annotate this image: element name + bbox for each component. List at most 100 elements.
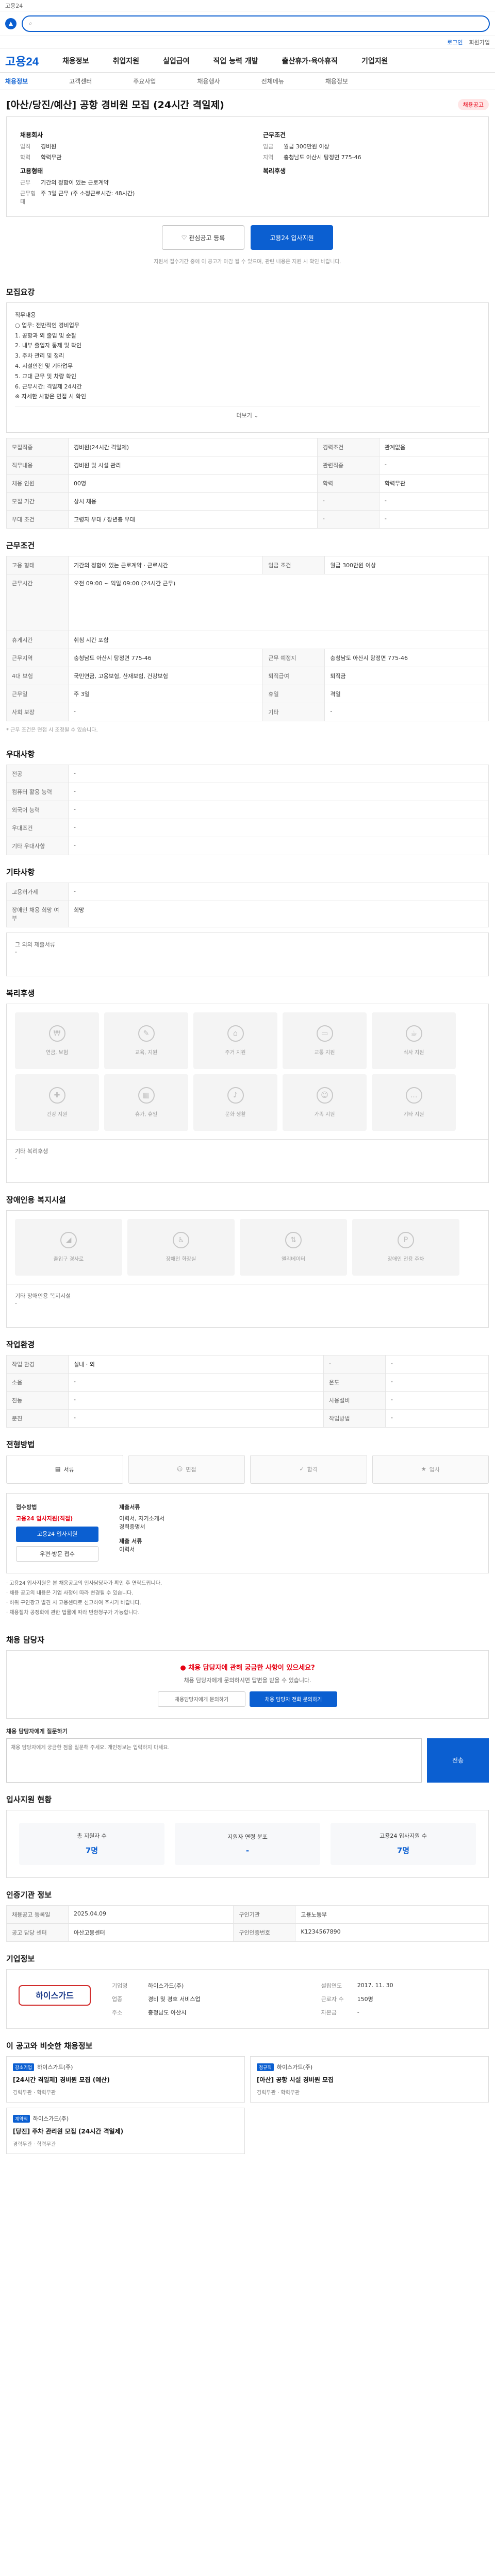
apply-bullets: · 고용24 입사지원은 본 채용공고의 인사담당자가 확인 후 연락드립니다.…	[6, 1573, 489, 1623]
job-card[interactable]: 강소기업 하이스가드(주) [24시간 격일제] 경비원 모집 (예산) 경력무관…	[6, 2056, 245, 2103]
table-key: 구인인증번호	[233, 1923, 296, 1942]
inquiry-ask-button[interactable]: 채용담당자에게 문의하기	[158, 1691, 245, 1707]
pension-icon: ₩	[48, 1025, 65, 1042]
table-cell: 고용노동부	[295, 1905, 489, 1924]
welfare-tile: ☕ 식사 지원	[372, 1012, 456, 1069]
global-nav: 고용24 채용정보 취업지원 실업급여 직업 능력 개발 출산휴가·육아휴직 기…	[0, 49, 495, 73]
section-title-disability: 장애인용 복지시설	[6, 1195, 66, 1205]
welfare-tile: ☺ 가족 지원	[283, 1074, 367, 1131]
inquiry-title-text: 채용 담당자에 관해 궁금한 사항이 있으세요?	[188, 1664, 315, 1672]
join-link[interactable]: 회원가입	[469, 38, 490, 46]
table-key: 구인기관	[233, 1905, 296, 1924]
table-row: 소음 - 온도 -	[6, 1372, 489, 1392]
recruit-table: 모집직종 경비원(24시간 격일제) 경력조건 관계없음 직무내용 경비원 및 시설 관…	[6, 437, 489, 529]
similar-cards: 강소기업 하이스가드(주) [24시간 격일제] 경비원 모집 (예산) 경력무관…	[6, 2056, 489, 2175]
job-card[interactable]: 계약직 하이스가드(주) [당진] 주차 관리원 모집 (24시간 격일제) 경력…	[6, 2107, 245, 2154]
recruit-line: 5. 교대 근무 및 차량 확인	[15, 372, 77, 380]
stat-value: -	[245, 1845, 250, 1855]
site-logo[interactable]: 고용24	[5, 53, 39, 69]
gnb-item[interactable]: 취업지원	[112, 56, 139, 66]
subnav-item[interactable]: 고객센터	[69, 77, 92, 86]
table-key: 근로자 수	[321, 1995, 344, 2003]
summary-row: 지역 충청남도 아산시 탕정면 775-46	[263, 153, 475, 161]
recruit-line: 2. 내부 출입자 통제 및 확인	[15, 342, 82, 349]
recruit-line: 3. 주차 관리 및 정리	[15, 352, 64, 360]
inquiry-text: 채용 담당자에게 문의하시면 답변을 받을 수 있습니다.	[184, 1676, 311, 1684]
gnb-item[interactable]: 출산휴가·육아휴직	[282, 56, 338, 66]
table-cell: 하이스가드(주)	[148, 1982, 184, 1989]
table-key: 휴일	[262, 684, 325, 703]
welfare-other-title: 기타 복리후생	[15, 1147, 48, 1155]
subnav-item[interactable]: 채용정보	[5, 77, 28, 86]
table-cell: 격일	[324, 684, 489, 703]
inquiry-box: ● 채용 담당자에 관해 궁금한 사항이 있으세요? 채용 담당자에게 문의하시…	[6, 1650, 489, 1719]
table-key: 근무시간	[6, 573, 69, 631]
svg-text:하이스가드: 하이스가드	[36, 1991, 74, 2001]
docs-line: 이력서, 자기소개서	[119, 1515, 164, 1522]
subnav-item[interactable]: 주요사업	[133, 77, 156, 86]
login-link[interactable]: 로그인	[447, 38, 463, 46]
stat-label: 고용24 입사지원 수	[380, 1833, 427, 1840]
summary-row: 학력 학력무관	[20, 153, 232, 161]
docs-extra: 그 외의 제출서류 -	[6, 932, 489, 976]
more-button[interactable]: 더보기 ⌄	[15, 406, 480, 425]
company-box: 하이스가드 기업명 하이스가드(주) 설립연도 2017. 11. 30 업종 경비 및…	[6, 1969, 489, 2029]
section-title-stats: 입사지원 현황	[6, 1794, 52, 1804]
bullet-line: · 허위 구인광고 발견 시 고용센터로 신고하여 주시기 바랍니다.	[6, 1600, 141, 1606]
summary-value: 월급 300만원 이상	[284, 143, 329, 150]
tile-label: 문화 생활	[225, 1112, 246, 1118]
table-key: -	[317, 492, 380, 511]
subnav-item[interactable]: 전체메뉴	[261, 77, 284, 86]
brand-icon[interactable]: ▲	[5, 18, 16, 29]
apply-online-button[interactable]: 고용24 입사지원	[16, 1526, 98, 1542]
section-title-prefer: 우대사항	[6, 749, 35, 759]
apply-method-left: 접수방법 고용24 입사지원(직접) 고용24 입사지원 우편·방문 접수	[16, 1503, 98, 1564]
gnb-item[interactable]: 실업급여	[163, 56, 190, 66]
gnb-item[interactable]: 채용정보	[62, 56, 89, 66]
step-label: 서류	[63, 1466, 74, 1473]
qa-input[interactable]	[6, 1738, 422, 1783]
table-key: 학력	[317, 473, 380, 493]
table-cell: 2025.04.09	[68, 1905, 234, 1924]
table-row: 우대 조건 고령자 우대 / 장년층 우대 - -	[6, 510, 489, 529]
job-card[interactable]: 정규직 하이스가드(주) [아산] 공항 시설 경비원 모집 경력무관 · 학력무…	[250, 2056, 489, 2103]
table-row: 컴퓨터 활용 능력 -	[6, 782, 489, 801]
company-logo: 하이스가드	[16, 1979, 93, 2012]
stats-box: 총 지원자 수 7명 지원자 연령 분포 - 고용24 입사지원 수 7명	[6, 1809, 489, 1878]
table-row: 근무지역 충청남도 아산시 탕정면 775-46 근무 예정지 충청남도 아산시 탕정…	[6, 648, 489, 667]
table-key: 소음	[6, 1372, 69, 1392]
check-icon: ✓	[299, 1466, 304, 1473]
table-row: 기업명 하이스가드(주) 설립연도 2017. 11. 30	[109, 1979, 479, 1992]
restroom-icon: ♿	[173, 1232, 189, 1249]
save-job-button[interactable]: ♡ 관심공고 등록	[162, 225, 244, 250]
table-row: 전공 -	[6, 764, 489, 783]
table-cell: -	[68, 764, 489, 783]
subnav-item[interactable]: 채용행사	[197, 77, 220, 86]
table-row: 외국어 능력 -	[6, 800, 489, 819]
apply-button[interactable]: 고용24 입사지원	[251, 225, 333, 250]
card-company: 하이스가드(주)	[276, 2063, 313, 2071]
summary-right: 근무조건 임금 월급 300만원 이상 지역 충청남도 아산시 탕정면 775-46…	[263, 125, 475, 208]
table-cell: -	[68, 702, 263, 721]
process-step: ☺ 면접	[128, 1454, 245, 1484]
welfare-tile: ▭ 교통 지원	[283, 1012, 367, 1069]
welfare-tile: ₩ 연금, 보험	[15, 1012, 99, 1069]
main-content: [아산/당진/예산] 공항 경비원 모집 (24시간 격일제) 채용공고 채용회…	[0, 90, 495, 2175]
table-cell: 기간의 정함이 있는 근로계약 · 근로시간	[68, 555, 263, 574]
section-title-conditions: 근무조건	[6, 540, 35, 550]
culture-icon: ♪	[227, 1087, 244, 1104]
section-title-similar: 이 공고와 비슷한 채용정보	[6, 2041, 93, 2050]
apply-offline-button[interactable]: 우편·방문 접수	[16, 1546, 98, 1562]
table-cell: 월급 300만원 이상	[324, 555, 489, 574]
inquiry-call-button[interactable]: 채용 담당자 전화 문의하기	[250, 1691, 337, 1707]
gnb-item[interactable]: 직업 능력 개발	[213, 56, 258, 66]
recruit-line: 1. 공항과 외 출입 및 순찰	[15, 332, 77, 339]
summary-row: 근무 기간의 정함이 있는 근로계약	[20, 178, 232, 187]
search-input[interactable]: ⌕	[22, 15, 490, 32]
gnb-item[interactable]: 기업지원	[361, 56, 388, 66]
process-step: ✓ 합격	[250, 1454, 367, 1484]
chevron-down-icon: ⌄	[254, 412, 259, 419]
alert-icon: ●	[180, 1664, 189, 1672]
subnav-item[interactable]: 채용정보	[325, 77, 348, 86]
qa-send-button[interactable]: 전송	[427, 1738, 489, 1783]
